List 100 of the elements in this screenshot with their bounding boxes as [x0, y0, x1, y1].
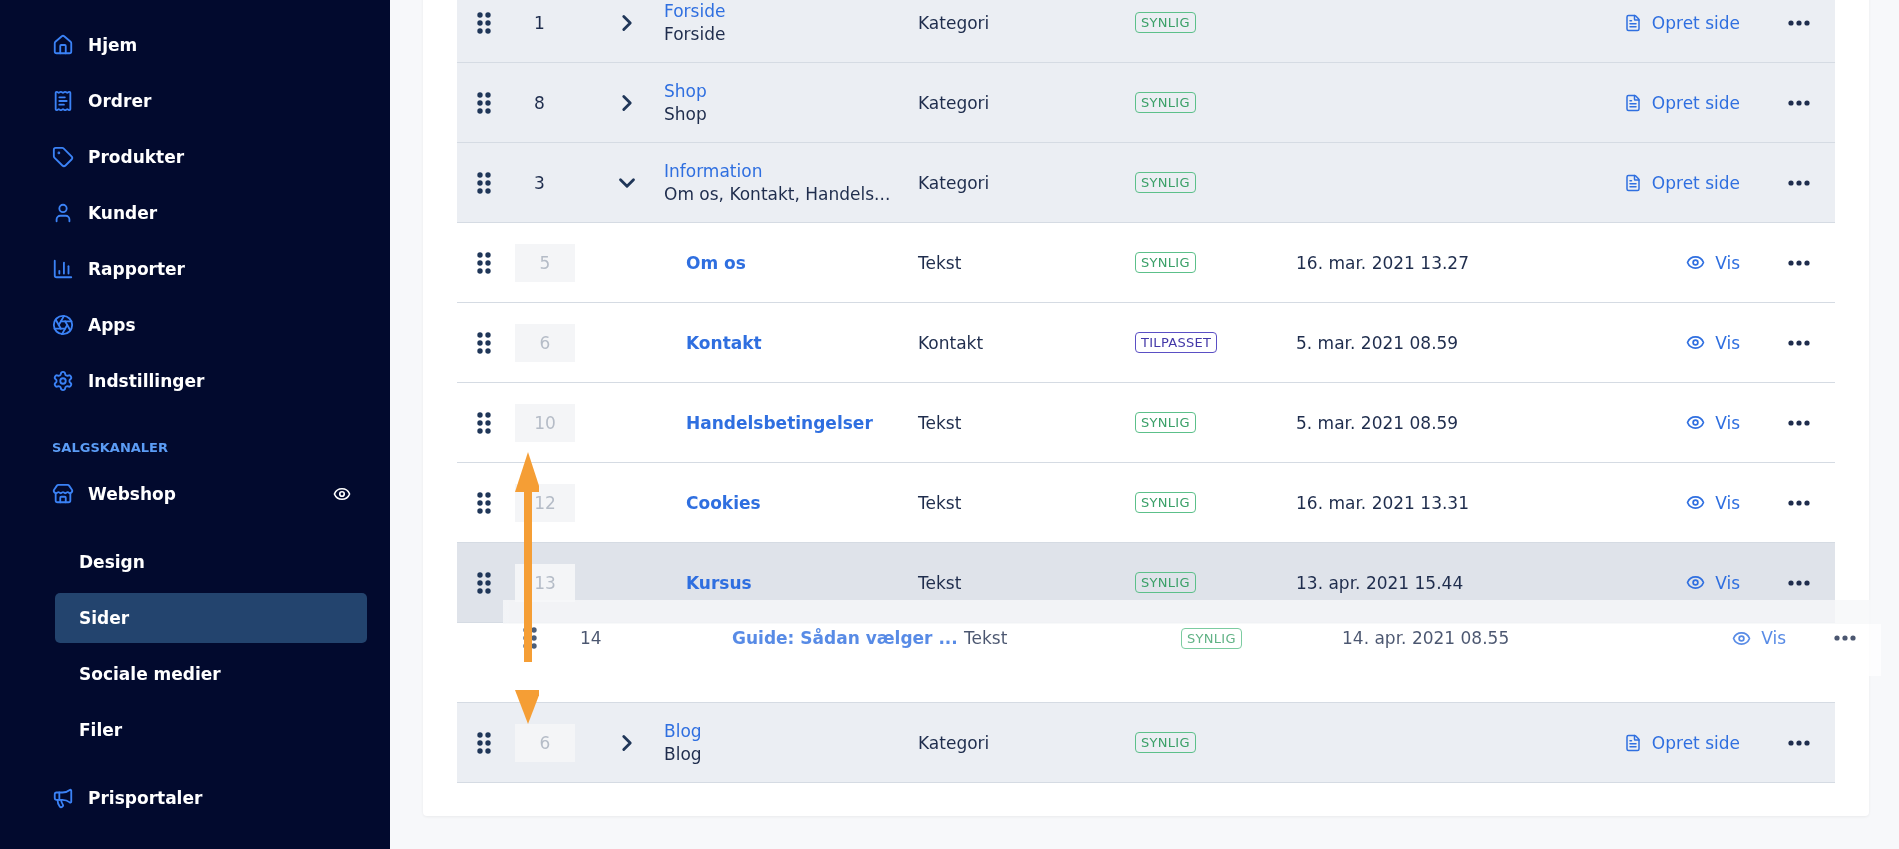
aperture-icon — [52, 314, 74, 336]
view-button[interactable]: Vis — [1732, 624, 1786, 652]
store-icon — [52, 483, 74, 505]
page-type: Tekst — [918, 252, 962, 273]
sidebar-subitem[interactable]: Sociale medier — [55, 649, 367, 699]
dots-icon — [1788, 739, 1810, 746]
eye-icon — [1686, 493, 1706, 512]
modified-date: 16. mar. 2021 13.27 — [1296, 252, 1469, 273]
bar-chart-icon — [52, 258, 74, 280]
sort-number: 10 — [515, 403, 575, 442]
drag-handle-icon[interactable] — [477, 331, 491, 354]
document-icon — [1623, 93, 1642, 112]
view-button[interactable]: Vis — [1686, 248, 1740, 277]
sidebar-item[interactable]: Webshop — [40, 469, 367, 519]
sort-number: 6 — [515, 723, 575, 762]
page-title-link[interactable]: Information — [664, 161, 891, 181]
sidebar-subitem[interactable]: Sider — [55, 593, 367, 643]
page-title-link[interactable]: Forside — [664, 1, 726, 21]
status-badge: SYNLIG — [1135, 492, 1196, 513]
tag-icon — [52, 146, 74, 168]
sidebar-item[interactable]: Indstillinger — [40, 356, 367, 406]
document-icon — [1623, 733, 1642, 752]
page-type: Tekst — [918, 412, 962, 433]
status-badge: SYNLIG — [1135, 732, 1196, 753]
sort-number: 1 — [534, 12, 545, 33]
dots-icon — [1788, 579, 1810, 586]
modified-date: 16. mar. 2021 13.31 — [1296, 492, 1469, 513]
status-badge: SYNLIG — [1135, 92, 1196, 113]
eye-icon — [1686, 413, 1706, 432]
sidebar-item[interactable]: Hjem — [40, 20, 367, 70]
view-button[interactable]: Vis — [1686, 408, 1740, 437]
create-page-button[interactable]: Opret side — [1623, 728, 1740, 757]
dots-icon — [1788, 19, 1810, 26]
drag-handle-icon[interactable] — [477, 251, 491, 274]
drag-handle-icon[interactable] — [477, 571, 491, 594]
category-pages: Forside — [664, 24, 726, 44]
view-button[interactable]: Vis — [1686, 488, 1740, 517]
status-badge: SYNLIG — [1135, 412, 1196, 433]
drag-handle-icon[interactable] — [477, 91, 491, 114]
megaphone-icon — [52, 787, 74, 809]
page-type: Kategori — [918, 12, 990, 33]
create-page-button[interactable]: Opret side — [1623, 88, 1740, 117]
status-badge: SYNLIG — [1181, 627, 1242, 649]
page-title-link[interactable]: Blog — [664, 721, 702, 741]
sort-number: 3 — [534, 172, 545, 193]
page-type: Tekst — [964, 628, 1008, 648]
modified-date: 5. mar. 2021 08.59 — [1296, 412, 1459, 433]
status-badge: SYNLIG — [1135, 572, 1196, 593]
settings-icon — [52, 370, 74, 392]
page-title-link[interactable]: Kursus — [686, 572, 752, 593]
sidebar-subitem[interactable]: Filer — [55, 705, 367, 755]
sidebar-item[interactable]: Kunder — [40, 188, 367, 238]
page-title-link[interactable]: Kontakt — [686, 332, 762, 353]
create-page-button[interactable]: Opret side — [1623, 168, 1740, 197]
sidebar-item[interactable]: Rapporter — [40, 244, 367, 294]
page-title-link[interactable]: Shop — [664, 81, 707, 101]
sidebar-item[interactable]: Ordrer — [40, 76, 367, 126]
receipt-icon — [52, 90, 74, 112]
page-title-link[interactable]: Guide: Sådan vælger ... — [732, 628, 958, 648]
category-pages: Shop — [664, 104, 707, 124]
modified-date: 14. apr. 2021 08.55 — [1342, 628, 1510, 648]
sidebar-item[interactable]: Apps — [40, 300, 367, 350]
drag-handle-icon[interactable] — [477, 411, 491, 434]
page-title-link[interactable]: Cookies — [686, 492, 761, 513]
category-pages: Blog — [664, 744, 702, 764]
drag-handle-icon[interactable] — [477, 11, 491, 34]
home-icon — [52, 34, 74, 56]
dots-icon — [1788, 499, 1810, 506]
dots-icon — [1788, 99, 1810, 106]
dots-icon — [1788, 339, 1810, 346]
sidebar-subitem[interactable]: Design — [55, 537, 367, 587]
page-type: Kontakt — [918, 332, 984, 353]
page-title-link[interactable]: Om os — [686, 252, 746, 273]
drag-handle-icon[interactable] — [477, 731, 491, 754]
status-badge: SYNLIG — [1135, 252, 1196, 273]
dots-icon — [1788, 259, 1810, 266]
page-type: Kategori — [918, 172, 990, 193]
modified-date: 13. apr. 2021 15.44 — [1296, 572, 1464, 593]
page-type: Kategori — [918, 92, 990, 113]
status-badge: SYNLIG — [1135, 172, 1196, 193]
sort-number: 8 — [534, 92, 545, 113]
dots-icon — [1788, 419, 1810, 426]
dots-icon — [1834, 635, 1856, 641]
page-type: Tekst — [918, 572, 962, 593]
create-page-button[interactable]: Opret side — [1623, 8, 1740, 37]
page-type: Kategori — [918, 732, 990, 753]
view-button[interactable]: Vis — [1686, 568, 1740, 597]
document-icon — [1623, 13, 1642, 32]
category-pages: Om os, Kontakt, Handels... — [664, 184, 891, 204]
eye-icon[interactable] — [333, 485, 351, 503]
page-type: Tekst — [918, 492, 962, 513]
drag-handle-icon[interactable] — [477, 171, 491, 194]
page-title-link[interactable]: Handelsbetingelser — [686, 412, 873, 433]
eye-icon — [1686, 253, 1706, 272]
sidebar-item[interactable]: Produkter — [40, 132, 367, 182]
drag-handle-icon[interactable] — [477, 491, 491, 514]
sidebar-item[interactable]: Prisportaler — [40, 773, 367, 823]
sort-number: 6 — [515, 323, 575, 362]
view-button[interactable]: Vis — [1686, 328, 1740, 357]
section-heading: SALGSKANALER — [52, 440, 169, 455]
